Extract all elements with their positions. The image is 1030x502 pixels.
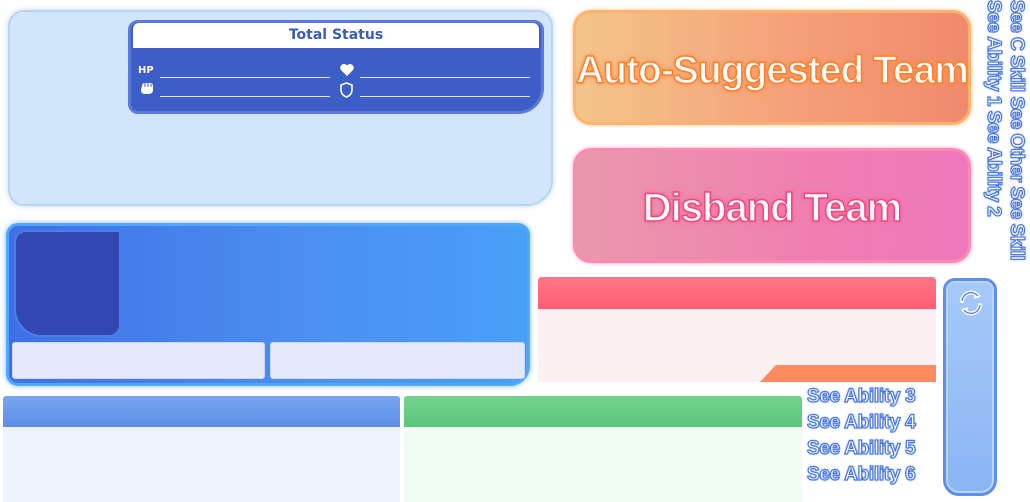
see-ability-3-label[interactable]: See Ability 3 <box>806 385 916 408</box>
green-section-header <box>404 396 802 427</box>
pink-card-tab[interactable] <box>760 365 936 382</box>
see-ability-5-label[interactable]: See Ability 5 <box>806 437 916 460</box>
auto-suggested-team-button[interactable]: Auto-Suggested Team <box>573 10 971 125</box>
fist-icon <box>139 81 155 96</box>
pink-card-header <box>538 277 936 309</box>
see-ability-6-label[interactable]: See Ability 6 <box>806 463 916 486</box>
blue-section-body <box>3 427 400 502</box>
sub-slot-right[interactable] <box>270 342 525 379</box>
sub-slot-left[interactable] <box>12 342 265 379</box>
disband-team-button[interactable]: Disband Team <box>573 148 971 263</box>
auto-suggested-team-label: Auto-Suggested Team <box>575 48 969 93</box>
hp-label: HP <box>138 65 154 76</box>
blue-section-header <box>3 396 400 427</box>
see-ability-1-2-label[interactable]: See Ability 1 See Ability 2 <box>982 0 1004 217</box>
disband-team-label: Disband Team <box>642 185 903 231</box>
shield-icon <box>339 82 354 98</box>
heart-value-line <box>360 77 530 78</box>
total-status-title: Total Status <box>133 23 539 48</box>
refresh-icon <box>953 285 989 321</box>
see-ability-4-label[interactable]: See Ability 4 <box>806 411 916 434</box>
see-c-skill-other-skill-label[interactable]: See C Skill See Other See Skill <box>1005 0 1027 261</box>
attack-value-line <box>160 96 330 97</box>
green-section-body <box>404 427 802 502</box>
character-avatar-slot[interactable] <box>14 230 121 337</box>
defense-value-line <box>360 96 530 97</box>
heart-icon <box>339 62 355 76</box>
hp-value-line <box>160 77 330 78</box>
